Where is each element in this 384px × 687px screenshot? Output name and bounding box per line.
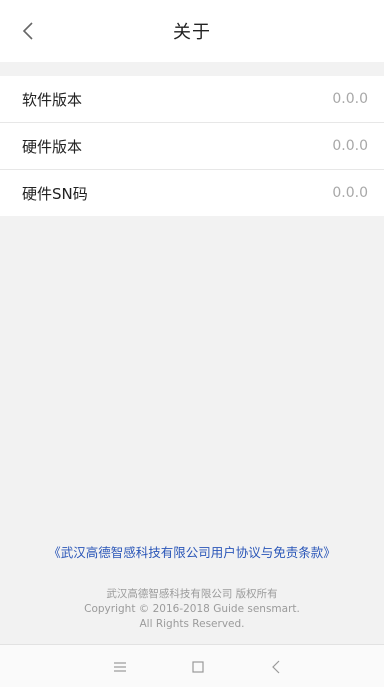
software-version-value: 0.0.0 <box>332 91 368 107</box>
square-home-icon <box>192 661 204 673</box>
app-header: 关于 <box>0 0 384 62</box>
system-navbar <box>0 644 384 687</box>
hardware-sn-row: 硬件SN码 0.0.0 <box>0 170 384 216</box>
nav-back-button[interactable] <box>264 655 288 679</box>
hardware-version-value: 0.0.0 <box>332 138 368 154</box>
info-list: 软件版本 0.0.0 硬件版本 0.0.0 硬件SN码 0.0.0 <box>0 76 384 216</box>
nav-menu-button[interactable] <box>108 655 132 679</box>
user-agreement-link[interactable]: 《武汉高德智感科技有限公司用户协议与免责条款》 <box>0 542 384 561</box>
software-version-row: 软件版本 0.0.0 <box>0 76 384 123</box>
software-version-label: 软件版本 <box>22 90 83 109</box>
hardware-version-row: 硬件版本 0.0.0 <box>0 123 384 170</box>
company-line: 武汉高德智感科技有限公司 版权所有 <box>106 588 278 600</box>
back-icon <box>272 660 280 674</box>
back-button[interactable] <box>14 17 42 45</box>
nav-home-button[interactable] <box>186 655 210 679</box>
copyright-block: 武汉高德智感科技有限公司 版权所有 Copyright © 2016-2018 … <box>0 587 384 632</box>
rights-line: All Rights Reserved. <box>139 618 245 630</box>
hardware-sn-label: 硬件SN码 <box>22 184 88 203</box>
hardware-version-label: 硬件版本 <box>22 137 83 156</box>
copyright-line: Copyright © 2016-2018 Guide sensmart. <box>84 603 300 615</box>
hardware-sn-value: 0.0.0 <box>332 185 368 201</box>
menu-icon <box>114 662 126 672</box>
page-title: 关于 <box>173 22 211 43</box>
chevron-left-icon <box>22 22 33 40</box>
